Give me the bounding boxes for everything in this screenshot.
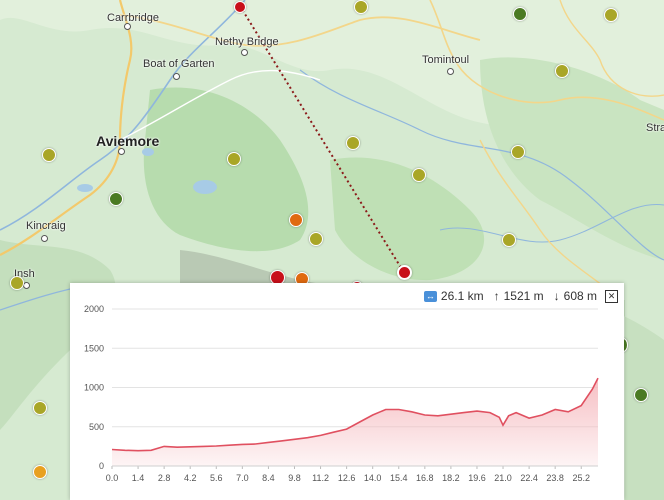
map-marker[interactable]	[412, 168, 426, 182]
x-tick-label: 2.8	[158, 473, 171, 483]
town-dot-nethy-bridge	[241, 49, 248, 56]
map-marker[interactable]	[33, 401, 47, 415]
town-dot-kincraig	[41, 235, 48, 242]
map-marker[interactable]	[502, 233, 516, 247]
x-tick-label: 21.0	[494, 473, 512, 483]
map-marker[interactable]	[513, 7, 527, 21]
x-tick-label: 14.0	[364, 473, 382, 483]
x-tick-label: 7.0	[236, 473, 249, 483]
x-tick-label: 0.0	[106, 473, 119, 483]
x-tick-label: 22.4	[520, 473, 538, 483]
map-marker[interactable]	[346, 136, 360, 150]
y-tick-label: 500	[89, 422, 104, 432]
town-dot-tomintoul	[447, 68, 454, 75]
place-label-tomintoul: Tomintoul	[422, 54, 470, 66]
elevation-chart[interactable]: 0 500 1000 1500 2000 0.0 1.4 2.8 4.2 5.6 7.0 8.4 9.8…	[70, 283, 624, 500]
x-tick-label: 1.4	[132, 473, 145, 483]
place-label-boat-of-garten: Boat of Garten	[143, 58, 215, 70]
place-label-nethy-bridge: Nethy Bridge	[215, 36, 279, 48]
map-marker[interactable]	[289, 213, 303, 227]
map-marker[interactable]	[604, 8, 618, 22]
town-dot-boat-of-garten	[173, 73, 180, 80]
route-end-marker[interactable]	[397, 265, 412, 280]
map-marker[interactable]	[33, 465, 47, 479]
y-tick-label: 1500	[84, 343, 104, 353]
x-tick-label: 16.8	[416, 473, 434, 483]
town-dot-aviemore	[118, 148, 125, 155]
map-marker[interactable]	[354, 0, 368, 14]
x-tick-label: 19.6	[468, 473, 486, 483]
place-label-carrbridge: Carrbridge	[107, 12, 159, 24]
x-tick-label: 11.2	[312, 473, 329, 483]
y-tick-label: 2000	[84, 304, 104, 314]
map-marker[interactable]	[634, 388, 648, 402]
town-dot-insh	[23, 282, 30, 289]
place-label-kincraig: Kincraig	[26, 220, 66, 232]
map-marker[interactable]	[42, 148, 56, 162]
place-label-stra: Stra	[646, 122, 664, 134]
place-label-aviemore: Aviemore	[96, 133, 160, 149]
map-marker[interactable]	[234, 1, 246, 13]
map-marker[interactable]	[109, 192, 123, 206]
x-tick-label: 15.4	[390, 473, 408, 483]
elevation-profile-panel: ↔ 26.1 km ↑ 1521 m ↓ 608 m ✕ 0 500 1000 150…	[70, 283, 624, 500]
town-dot-carrbridge	[124, 23, 131, 30]
x-tick-label: 12.6	[338, 473, 356, 483]
x-tick-label: 5.6	[210, 473, 223, 483]
x-tick-label: 23.8	[546, 473, 564, 483]
x-tick-label: 25.2	[572, 473, 590, 483]
map-marker[interactable]	[10, 276, 24, 290]
x-tick-label: 18.2	[442, 473, 460, 483]
map-marker[interactable]	[511, 145, 525, 159]
x-tick-label: 8.4	[262, 473, 275, 483]
y-tick-label: 1000	[84, 383, 104, 393]
elevation-area	[112, 378, 598, 466]
x-tick-label: 9.8	[288, 473, 301, 483]
y-tick-label: 0	[99, 461, 104, 471]
x-tick-label: 4.2	[184, 473, 197, 483]
map-marker[interactable]	[555, 64, 569, 78]
map-marker[interactable]	[309, 232, 323, 246]
map-marker[interactable]	[227, 152, 241, 166]
